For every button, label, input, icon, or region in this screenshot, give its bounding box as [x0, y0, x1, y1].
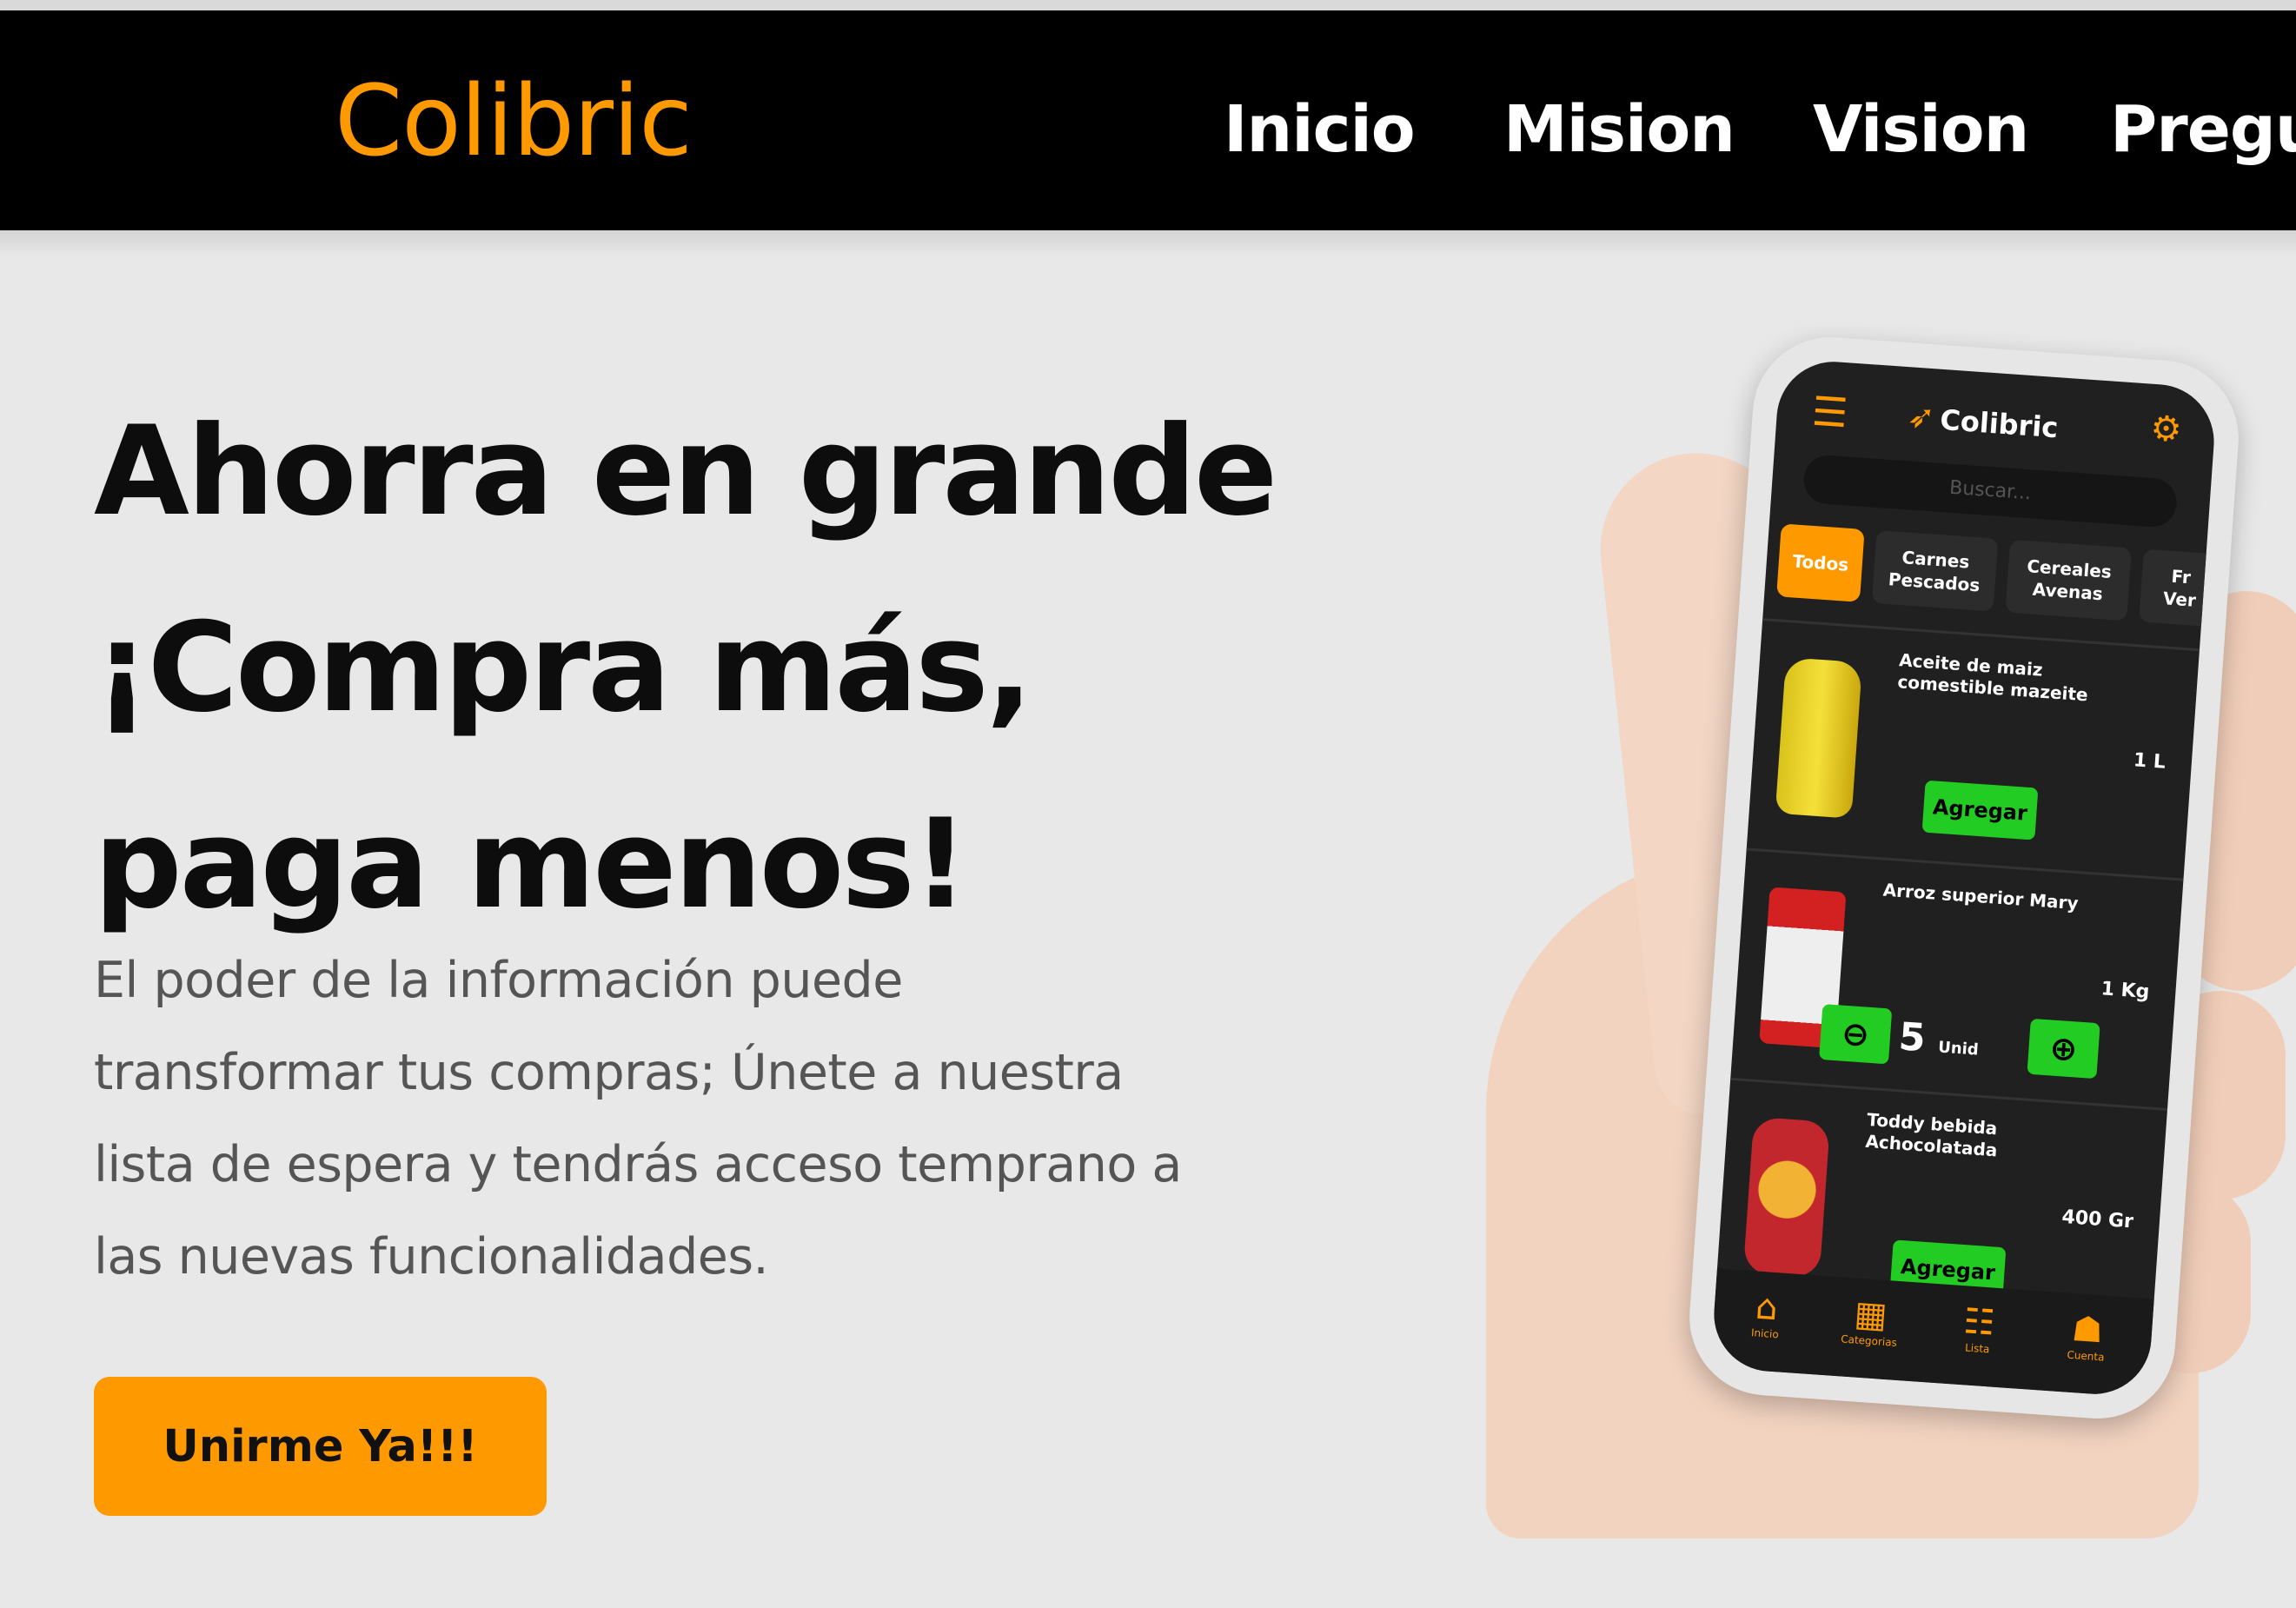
chip-label: Cereales Avenas: [2025, 555, 2113, 606]
home-icon: ⌂: [1754, 1286, 1780, 1329]
product-name: Aceite de maiz comestible mazeite: [1896, 649, 2089, 706]
hero-title-line-1: Ahorra en grande: [94, 400, 1277, 543]
bottom-nav-home: ⌂ Inicio: [1722, 1285, 1812, 1343]
hero-description-line-2: transformar tus compras; Únete a nuestra: [94, 1044, 1124, 1101]
user-icon: ☗: [2070, 1308, 2105, 1352]
plus-icon: ⊕: [2048, 1028, 2079, 1069]
chip-label-line-2: Ver: [2162, 588, 2197, 611]
navbar-shadow: [0, 230, 2296, 256]
product-card: Aceite de maiz comestible mazeite 1 L Ag…: [1746, 618, 2200, 879]
product-name: Toddy bebida Achocolatada: [1864, 1108, 1999, 1161]
hero-description-line-4: las nuevas funcionalidades.: [94, 1228, 769, 1286]
chip-label-line-2: Pescados: [1888, 568, 1981, 596]
chip-todos: Todos: [1776, 523, 1865, 602]
phone-screen: ☰ ➶Colibric ⚙ Buscar... Todos Carnes Pesc…: [1710, 357, 2218, 1399]
nav-link-mision[interactable]: Mision: [1503, 97, 1735, 162]
quantity-value: 5 Unid: [1896, 1009, 1981, 1078]
quantity-number: 5: [1897, 1014, 1928, 1061]
nav-link-vision[interactable]: Vision: [1813, 97, 2029, 162]
quantity-unit: Unid: [1937, 1038, 1980, 1060]
hero-description: El poder de la información puede transfo…: [94, 934, 1311, 1303]
nav-link-inicio[interactable]: Inicio: [1224, 97, 1416, 162]
browser-top-strip: [0, 0, 2296, 10]
product-size: 1 Kg: [2100, 978, 2151, 1004]
decrease-quantity-button: ⊖: [1819, 1004, 1893, 1065]
increase-quantity-button: ⊕: [2027, 1018, 2100, 1080]
phone-in-hand-illustration: ☰ ➶Colibric ⚙ Buscar... Todos Carnes Pesc…: [1425, 330, 2296, 1547]
chip-cereales-avenas: Cereales Avenas: [2005, 539, 2132, 621]
hero-title: Ahorra en grande ¡Compra más, paga menos…: [94, 374, 1397, 963]
product-size: 1 L: [2133, 749, 2167, 774]
chip-label-line-1: Fr: [2170, 565, 2192, 588]
product-name: Arroz superior Mary: [1881, 879, 2080, 914]
hero-title-line-2: ¡Compra más,: [94, 596, 1033, 740]
add-product-button: Agregar: [1921, 780, 2039, 841]
brand-logo[interactable]: Colibric: [335, 73, 693, 170]
bottom-nav-list: ☷ Lista: [1934, 1299, 2024, 1358]
navbar: Colibric Inicio Mision Vision Pregu: [0, 10, 2296, 230]
hero-description-line-1: El poder de la información puede: [94, 952, 903, 1009]
chocolate-drink-jar-image: [1742, 1116, 1831, 1279]
chip-carnes-pescados: Carnes Pescados: [1871, 530, 1999, 612]
minus-icon: ⊖: [1840, 1013, 1871, 1054]
chip-label: Carnes Pescados: [1888, 545, 1982, 596]
oil-bottle-image: [1775, 657, 1862, 819]
smartphone: ☰ ➶Colibric ⚙ Buscar... Todos Carnes Pesc…: [1684, 331, 2244, 1425]
hummingbird-icon: ➶: [1906, 396, 1937, 437]
app-brand-text: Colibric: [1939, 402, 2060, 445]
list-icon: ☷: [1961, 1301, 1996, 1344]
product-card: Arroz superior Mary 1 Kg ⊖ 5 Unid ⊕: [1730, 847, 2184, 1108]
chip-label: Fr Ver: [2162, 564, 2198, 612]
bottom-nav-categories: ▦ Categorias: [1825, 1292, 1915, 1350]
product-size: 400 Gr: [2060, 1206, 2134, 1233]
bottom-nav-account: ☗ Cuenta: [2042, 1307, 2133, 1365]
hamburger-menu-icon: ☰: [1810, 387, 1850, 437]
join-now-button[interactable]: Unirme Ya!!!: [94, 1377, 547, 1516]
app-logo: ➶Colibric: [1906, 396, 2060, 445]
chip-frutas-verduras: Fr Ver: [2139, 548, 2218, 628]
category-chips: Todos Carnes Pescados Cereales Avenas Fr Ve…: [1776, 523, 2218, 633]
chip-label-line-2: Avenas: [2032, 578, 2104, 605]
hero-description-line-3: lista de espera y tendrás acceso tempran…: [94, 1136, 1182, 1193]
chip-label-line-1: Carnes: [1901, 547, 1971, 573]
grid-icon: ▦: [1853, 1293, 1889, 1336]
settings-icon: ⚙: [2149, 408, 2183, 451]
nav-link-preguntas[interactable]: Pregu: [2110, 97, 2296, 162]
chip-label: Todos: [1791, 550, 1849, 575]
